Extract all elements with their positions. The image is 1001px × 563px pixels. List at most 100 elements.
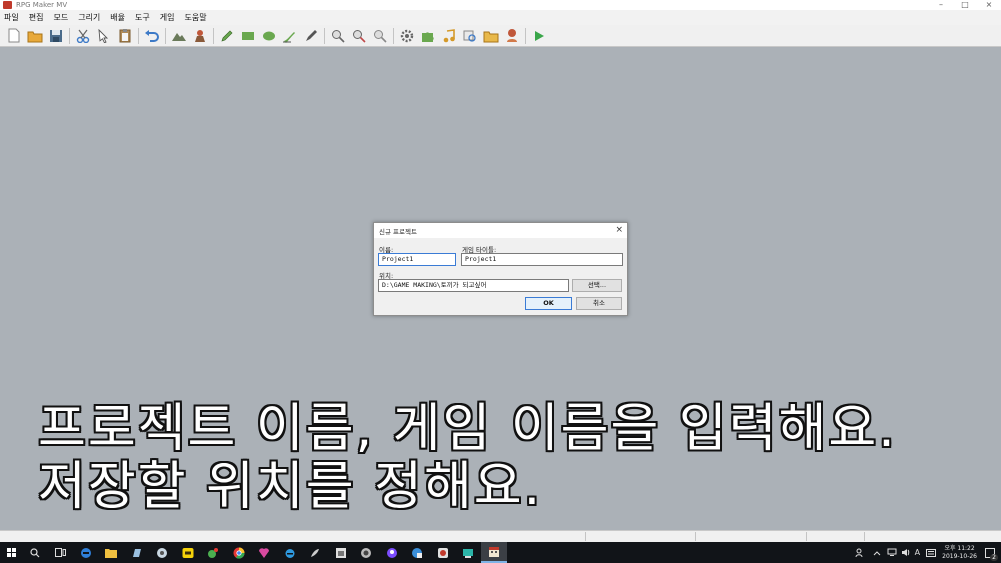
taskbar-app-11[interactable] xyxy=(456,542,482,563)
character-generator-button[interactable] xyxy=(503,27,520,44)
flood-fill-button[interactable] xyxy=(281,27,298,44)
menu-scale[interactable]: 배율 xyxy=(110,10,125,25)
zoom-in-button[interactable] xyxy=(329,27,346,44)
cut-button[interactable] xyxy=(74,27,91,44)
search-button[interactable] xyxy=(22,542,48,563)
menu-edit[interactable]: 편집 xyxy=(29,10,44,25)
taskbar-app-8[interactable] xyxy=(379,542,405,563)
taskbar-file-explorer[interactable] xyxy=(99,542,125,563)
game-title-input[interactable]: Project1 xyxy=(461,253,623,266)
people-icon[interactable] xyxy=(855,548,865,558)
file-explorer-icon xyxy=(105,548,118,558)
maximize-button[interactable]: □ xyxy=(957,0,973,10)
menu-help[interactable]: 도움말 xyxy=(185,10,207,25)
pencil-button[interactable] xyxy=(218,27,235,44)
plugin-manager-button[interactable] xyxy=(419,27,436,44)
app-logo-icon xyxy=(3,1,12,9)
save-project-icon xyxy=(49,29,62,42)
taskbar-app-10[interactable] xyxy=(430,542,456,563)
taskbar-clock[interactable]: 오후 11:22 2019-10-26 xyxy=(942,545,977,561)
chevron-up-icon[interactable] xyxy=(873,550,881,556)
copy-icon xyxy=(97,28,108,43)
toolbar-separator xyxy=(213,27,214,44)
playtest-button[interactable] xyxy=(530,27,547,44)
ok-button[interactable]: OK xyxy=(525,297,572,310)
rectangle-button[interactable] xyxy=(239,27,256,44)
dialog-titlebar: 신규 프로젝트 × xyxy=(374,223,627,238)
taskbar-chrome[interactable] xyxy=(226,542,252,563)
toolbar-separator xyxy=(324,27,325,44)
pencil-icon xyxy=(220,30,232,42)
resource-manager-button[interactable] xyxy=(482,27,499,44)
project-name-input[interactable]: Project1 xyxy=(378,253,456,266)
cancel-button[interactable]: 취소 xyxy=(576,297,622,310)
app-icon-8 xyxy=(386,547,397,558)
volume-icon[interactable] xyxy=(901,548,911,557)
task-view-button[interactable] xyxy=(48,542,74,563)
undo-button[interactable] xyxy=(143,27,160,44)
taskbar-app-7[interactable] xyxy=(354,542,380,563)
actual-size-button[interactable] xyxy=(371,27,388,44)
menu-mode[interactable]: 모드 xyxy=(53,10,68,25)
database-button[interactable] xyxy=(398,27,415,44)
menu-tools[interactable]: 도구 xyxy=(135,10,150,25)
paste-button[interactable] xyxy=(116,27,133,44)
taskbar-app-5[interactable] xyxy=(303,542,329,563)
menu-game[interactable]: 게임 xyxy=(160,10,175,25)
app-icon-6 xyxy=(335,547,346,558)
network-icon[interactable] xyxy=(887,548,897,557)
app-icon-7 xyxy=(361,547,372,558)
toolbar-separator xyxy=(393,27,394,44)
taskbar-edge[interactable] xyxy=(73,542,99,563)
taskbar-kakaotalk[interactable] xyxy=(175,542,201,563)
start-button[interactable] xyxy=(0,542,22,563)
choose-location-button[interactable]: 선택... xyxy=(572,279,622,292)
database-icon xyxy=(400,29,413,42)
map-mode-button[interactable] xyxy=(170,27,187,44)
window-title: RPG Maker MV xyxy=(16,1,68,9)
keyboard-icon[interactable] xyxy=(926,548,937,557)
event-searcher-button[interactable] xyxy=(461,27,478,44)
taskbar-rpg-maker[interactable] xyxy=(481,542,507,563)
sound-test-button[interactable] xyxy=(440,27,457,44)
status-bar xyxy=(0,530,1001,542)
save-project-button[interactable] xyxy=(47,27,64,44)
minimize-button[interactable]: – xyxy=(933,0,949,10)
zoom-out-button[interactable] xyxy=(350,27,367,44)
close-window-button[interactable]: × xyxy=(981,0,997,10)
menu-draw[interactable]: 그리기 xyxy=(78,10,100,25)
app-icon-9 xyxy=(412,547,423,558)
taskbar-app-1[interactable] xyxy=(124,542,150,563)
taskbar-app-6[interactable] xyxy=(328,542,354,563)
copy-button[interactable] xyxy=(95,27,112,44)
event-mode-button[interactable] xyxy=(191,27,208,44)
resource-manager-icon xyxy=(483,31,498,42)
flood-fill-icon xyxy=(283,31,295,43)
new-project-icon xyxy=(8,28,19,43)
character-generator-icon xyxy=(506,29,517,42)
new-project-button[interactable] xyxy=(5,27,22,44)
taskbar-app-2[interactable] xyxy=(150,542,176,563)
sound-test-icon xyxy=(443,28,455,42)
map-mode-icon xyxy=(171,32,186,41)
shadow-pen-icon xyxy=(305,29,317,41)
open-project-button[interactable] xyxy=(26,27,43,44)
location-input[interactable]: D:\GAME MAKING\토끼가 되고싶어 xyxy=(378,279,569,292)
dialog-close-icon[interactable]: × xyxy=(615,224,623,236)
ellipse-button[interactable] xyxy=(260,27,277,44)
paste-icon xyxy=(119,29,130,43)
taskbar-ie[interactable] xyxy=(277,542,303,563)
shadow-pen-button[interactable] xyxy=(302,27,319,44)
ime-indicator[interactable]: A xyxy=(915,548,920,557)
zoom-out-icon xyxy=(352,29,366,43)
menu-file[interactable]: 파일 xyxy=(4,10,19,25)
dialog-title: 신규 프로젝트 xyxy=(379,228,417,236)
status-divider xyxy=(806,532,807,541)
status-divider xyxy=(695,532,696,541)
notification-center-icon[interactable]: 2 xyxy=(985,547,998,561)
taskbar-app-9[interactable] xyxy=(405,542,431,563)
taskbar-app-4[interactable] xyxy=(252,542,278,563)
clock-date: 2019-10-26 xyxy=(942,552,977,560)
taskbar-app-3[interactable] xyxy=(201,542,227,563)
status-divider xyxy=(864,532,865,541)
